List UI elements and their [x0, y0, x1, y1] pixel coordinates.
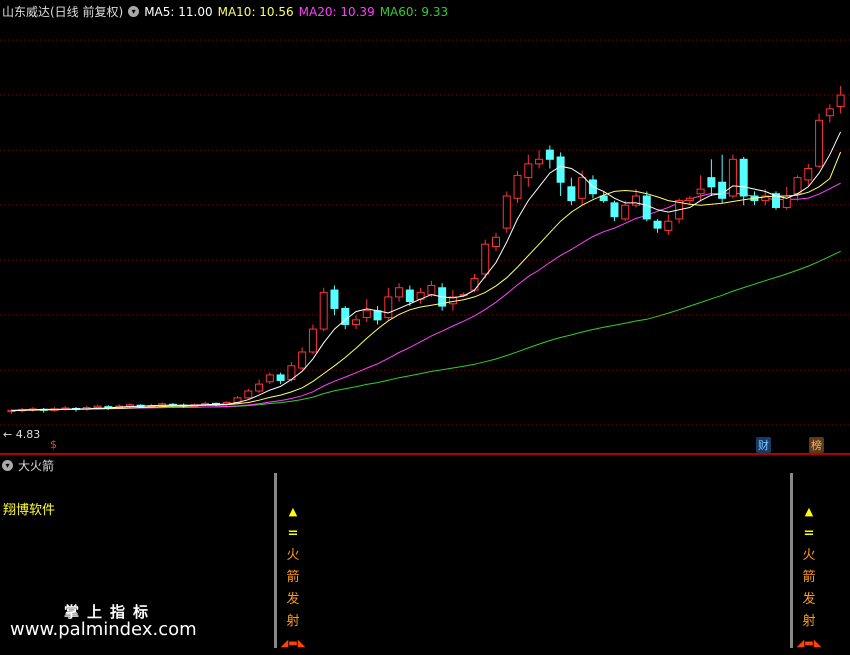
candle-body [739, 158, 748, 197]
indicator-header: ▾ 大火箭 [2, 457, 59, 474]
candle-body [836, 94, 845, 108]
triangle-up-icon: ▲ [804, 505, 814, 518]
signal-char: 射 [802, 614, 816, 629]
chevron-down-icon[interactable]: ▾ [128, 6, 140, 17]
candle-body [524, 163, 533, 179]
signal-char: 箭 [286, 570, 300, 585]
indicator-title: 大火箭 [18, 459, 55, 473]
price-grid [0, 39, 850, 426]
candle-body [610, 202, 619, 218]
low-price-value: 4.83 [15, 428, 41, 441]
watermark-text: 翔博软件 [3, 503, 56, 518]
candle-body [621, 204, 630, 220]
candle-body [481, 243, 490, 275]
triangle-up-icon: ▲ [288, 505, 298, 518]
candle-body [308, 328, 317, 353]
candle-body [804, 167, 813, 181]
equals-icon: = [287, 526, 299, 541]
candle-body [696, 188, 705, 195]
candle-body [685, 197, 694, 202]
candle-body [567, 186, 576, 202]
candle-body [470, 278, 479, 291]
brand-url: www.palmindex.com [10, 619, 197, 640]
candle-body [384, 296, 393, 319]
ma60-label: MA60: 9.33 [379, 4, 449, 19]
stock-title: 山东威达(日线 前复权) [2, 5, 124, 19]
signal-char: 火 [286, 548, 300, 563]
candle-body [793, 177, 802, 195]
ma10-line [11, 151, 842, 412]
candle-body [352, 319, 360, 325]
signal-bar-1 [274, 473, 277, 648]
ma60-line [11, 250, 841, 411]
event-marker-icon[interactable]: $ [50, 438, 57, 451]
rocket-signal-2: ▲ = 火 箭 发 射 ◢▬◣ [794, 501, 824, 655]
candle-body [265, 374, 274, 383]
candle-body [405, 289, 414, 303]
chart-header: 山东威达(日线 前复权) ▾ MA5: 11.00 MA10: 10.56 MA… [2, 3, 453, 20]
flame-icon: ◢▬◣ [796, 638, 822, 649]
rocket-signal-1: ▲ = 火 箭 发 射 ◢▬◣ [278, 501, 308, 655]
signal-char: 火 [802, 548, 816, 563]
candle-body [255, 383, 264, 392]
candle-body [556, 156, 565, 183]
signal-char: 发 [286, 592, 300, 607]
ma5-line [11, 131, 842, 412]
candle-body [330, 289, 339, 309]
candlestick-chart [0, 39, 850, 426]
candle-body [373, 310, 382, 321]
candle-body [707, 177, 716, 188]
candle-body [545, 149, 554, 160]
ma5-line-group [11, 131, 842, 412]
signal-char: 射 [286, 614, 300, 629]
candle-body [276, 374, 285, 381]
candle-body [513, 174, 522, 199]
ma10-label: MA10: 10.56 [217, 4, 294, 19]
price-chart-panel[interactable]: 山东威达(日线 前复权) ▾ MA5: 11.00 MA10: 10.56 MA… [0, 0, 850, 453]
ma5-label: MA5: 11.00 [144, 4, 213, 19]
candle-body [362, 310, 371, 319]
candle-body [93, 405, 102, 409]
candle-body [642, 195, 651, 220]
candle-body [815, 119, 824, 167]
candles-group [7, 85, 845, 414]
candle-body [298, 351, 307, 369]
flame-icon: ◢▬◣ [280, 638, 306, 649]
candle-body [653, 220, 662, 229]
rank-badge[interactable]: 榜 [809, 437, 824, 453]
equals-icon: = [803, 526, 815, 541]
candle-body [664, 220, 673, 231]
candle-body [244, 390, 253, 399]
candle-body [728, 158, 737, 197]
candle-body [502, 195, 511, 229]
candle-body [319, 291, 328, 330]
indicator-panel[interactable]: ▾ 大火箭 翔博软件 掌上指标 www.palmindex.com ▲ = 火 … [0, 455, 850, 650]
chevron-down-icon[interactable]: ▾ [2, 460, 13, 471]
ma20-label: MA20: 10.39 [298, 4, 375, 19]
candle-body [718, 181, 727, 199]
finance-badge[interactable]: 财 [756, 437, 771, 453]
signal-bar-2 [790, 473, 793, 648]
candle-body [825, 108, 834, 117]
ma60-line-group [11, 250, 841, 411]
ma10-line-group [11, 151, 842, 412]
signal-char: 箭 [802, 570, 816, 585]
candle-body [492, 236, 500, 247]
signal-char: 发 [802, 592, 816, 607]
candle-body [395, 287, 404, 298]
candle-body [578, 177, 587, 199]
candle-body [125, 404, 134, 407]
candle-body [535, 158, 544, 165]
arrow-left-icon: ← [3, 428, 13, 441]
low-price-marker: ← 4.83 [3, 428, 40, 441]
candle-body [427, 284, 436, 296]
